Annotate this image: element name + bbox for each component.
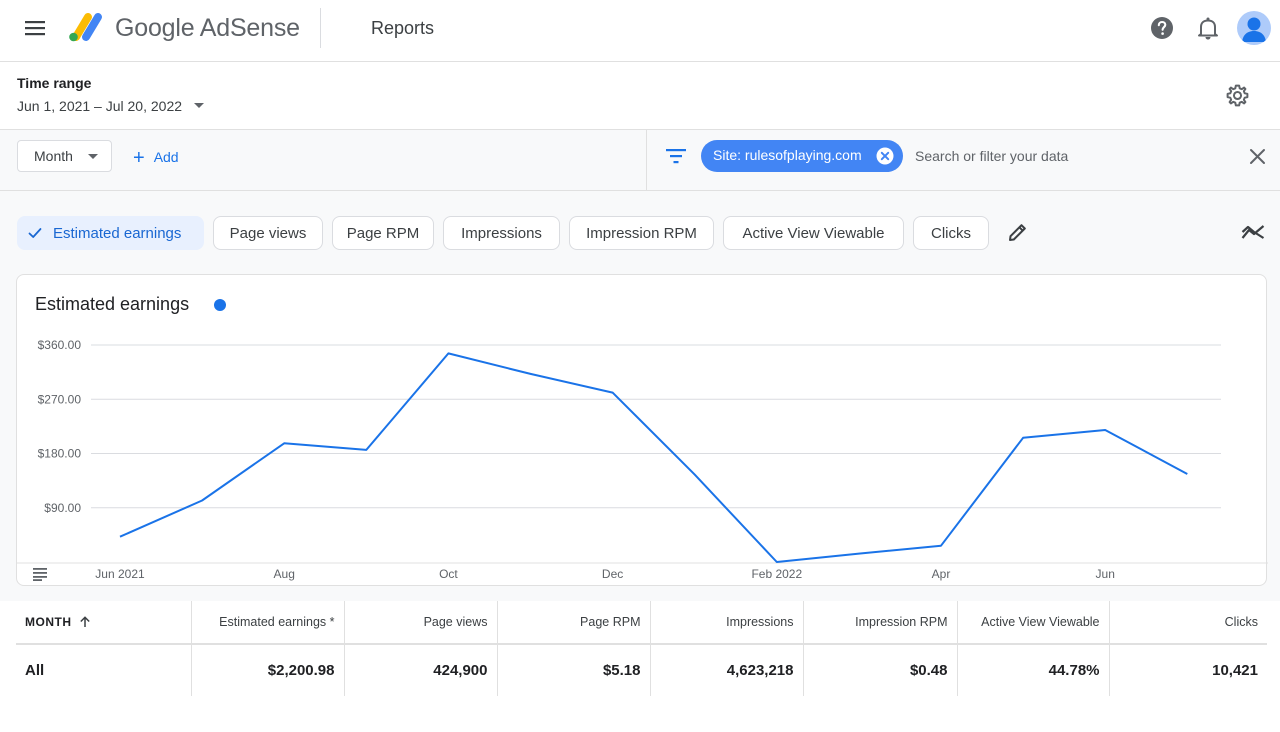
- page-title: Reports: [371, 18, 435, 38]
- metric-chip-label: Estimated earnings: [53, 225, 182, 242]
- trend-comparison-icon[interactable]: [1241, 223, 1266, 241]
- data-point: [1022, 437, 1024, 439]
- brand-name: Google AdSense: [115, 14, 300, 42]
- metric-chip-active-view-viewable[interactable]: Active View Viewable: [723, 216, 904, 250]
- group-by-label: Month: [34, 148, 73, 164]
- column-header-active-view-viewable[interactable]: Active View Viewable: [957, 601, 1110, 645]
- data-point: [283, 442, 285, 444]
- table-cell-page-views: 424,900: [344, 644, 498, 696]
- filter-icon[interactable]: [665, 148, 687, 164]
- add-dimension-button[interactable]: + Add: [133, 147, 179, 170]
- table-cell-active-view-viewable: 44.78%: [957, 644, 1110, 696]
- column-header-page-rpm[interactable]: Page RPM: [497, 601, 651, 645]
- data-point: [1104, 429, 1106, 431]
- x-tick-label: Aug: [274, 567, 295, 581]
- x-tick-label: Jun: [1096, 567, 1115, 581]
- chevron-down-icon[interactable]: [194, 103, 204, 108]
- table-cell-estimated-earnings: $2,200.98: [191, 644, 345, 696]
- time-range-label: Time range: [17, 75, 92, 91]
- y-tick-label: $90.00: [44, 501, 81, 515]
- metric-chip-label: Impression RPM: [586, 225, 697, 242]
- column-header-impression-rpm[interactable]: Impression RPM: [803, 601, 958, 645]
- column-header-label: MONTH: [25, 615, 72, 629]
- user-icon: [1242, 17, 1266, 42]
- metric-chip-label: Clicks: [931, 225, 971, 242]
- table-cell-impression-rpm: $0.48: [803, 644, 958, 696]
- y-tick-label: $360.00: [38, 338, 82, 352]
- group-by-dropdown[interactable]: Month: [17, 140, 112, 172]
- metric-chip-estimated-earnings[interactable]: Estimated earnings: [17, 216, 204, 250]
- column-header-estimated-earnings[interactable]: Estimated earnings *: [191, 601, 345, 645]
- table-cell-month: All: [16, 644, 192, 696]
- top-app-bar: Google AdSense Reports: [0, 0, 1280, 62]
- metric-chip-label: Page views: [229, 225, 307, 242]
- avatar[interactable]: [1237, 11, 1271, 45]
- metric-chip-impression-rpm[interactable]: Impression RPM: [569, 216, 714, 250]
- help-icon[interactable]: [1150, 16, 1174, 40]
- y-tick-label: $270.00: [38, 392, 82, 406]
- table-header-row: MONTH Estimated earnings * Page views Pa…: [16, 601, 1267, 645]
- close-icon[interactable]: [876, 147, 894, 165]
- check-icon: [28, 228, 42, 238]
- earnings-line-chart: $90.00 $180.00 $270.00 $360.00 Jun 2021 Aug Oc…: [17, 338, 1268, 581]
- bell-icon[interactable]: [1197, 16, 1219, 40]
- time-range-section: Time range Jun 1, 2021 – Jul 20, 2022: [0, 62, 1280, 130]
- filter-bar: Month + Add Site: rulesofplaying.com: [0, 130, 1280, 191]
- metric-chip-label: Active View Viewable: [742, 225, 885, 242]
- time-range-selector[interactable]: Jun 1, 2021 – Jul 20, 2022: [17, 98, 182, 114]
- x-tick-label: Feb 2022: [751, 567, 802, 581]
- data-point: [611, 391, 613, 393]
- site-filter-chip[interactable]: Site: rulesofplaying.com: [701, 140, 903, 172]
- data-point: [201, 499, 203, 501]
- metric-chip-label: Page RPM: [346, 225, 420, 242]
- add-label: Add: [153, 149, 179, 165]
- metric-chip-label: Impressions: [461, 225, 542, 242]
- metric-chip-clicks[interactable]: Clicks: [913, 216, 989, 250]
- gear-icon[interactable]: [1225, 83, 1250, 108]
- data-point: [858, 552, 860, 554]
- table-row: All $2,200.98 424,900 $5.18 4,623,218 $0…: [16, 644, 1267, 696]
- column-header-clicks[interactable]: Clicks: [1109, 601, 1267, 645]
- data-point: [776, 561, 778, 563]
- adsense-logo-icon[interactable]: [66, 10, 106, 44]
- column-header-impressions[interactable]: Impressions: [650, 601, 804, 645]
- metrics-area: Estimated earnings Page views Page RPM I…: [0, 191, 1280, 601]
- brand-divider: [320, 8, 321, 48]
- metric-chip-impressions[interactable]: Impressions: [443, 216, 560, 250]
- data-point: [529, 373, 531, 375]
- table-cell-clicks: 10,421: [1212, 662, 1258, 679]
- x-tick-label: Jun 2021: [95, 567, 145, 581]
- table-cell-page-rpm: $5.18: [497, 644, 651, 696]
- y-tick-label: $180.00: [38, 447, 82, 461]
- x-tick-label: Oct: [439, 567, 458, 581]
- data-point: [119, 535, 121, 537]
- metric-chip-page-rpm[interactable]: Page RPM: [332, 216, 434, 250]
- data-point: [694, 473, 696, 475]
- table-cell-impressions: 4,623,218: [650, 644, 804, 696]
- filter-divider: [646, 130, 647, 191]
- site-filter-label: Site: rulesofplaying.com: [713, 147, 862, 163]
- chevron-down-icon: [88, 154, 98, 159]
- close-icon[interactable]: [1249, 148, 1266, 165]
- menu-icon[interactable]: [24, 19, 46, 37]
- data-point: [365, 449, 367, 451]
- x-tick-label: Dec: [602, 567, 623, 581]
- column-header-page-views[interactable]: Page views: [344, 601, 498, 645]
- column-header-month[interactable]: MONTH: [16, 601, 192, 645]
- series-line-estimated-earnings: [119, 352, 1188, 563]
- pencil-icon[interactable]: [1007, 222, 1028, 243]
- filter-search-input[interactable]: [915, 148, 1215, 164]
- chart-card: Estimated earnings $90.00 $180.00 $270.00 $…: [16, 274, 1268, 586]
- data-point: [940, 545, 942, 547]
- report-table: MONTH Estimated earnings * Page views Pa…: [16, 601, 1267, 696]
- metric-chip-page-views[interactable]: Page views: [213, 216, 323, 250]
- data-table-icon[interactable]: [32, 567, 48, 581]
- plus-icon: +: [133, 147, 145, 169]
- x-tick-label: Apr: [932, 567, 951, 581]
- data-point: [1186, 473, 1188, 475]
- data-point: [447, 352, 449, 354]
- arrow-up-icon[interactable]: [79, 616, 91, 628]
